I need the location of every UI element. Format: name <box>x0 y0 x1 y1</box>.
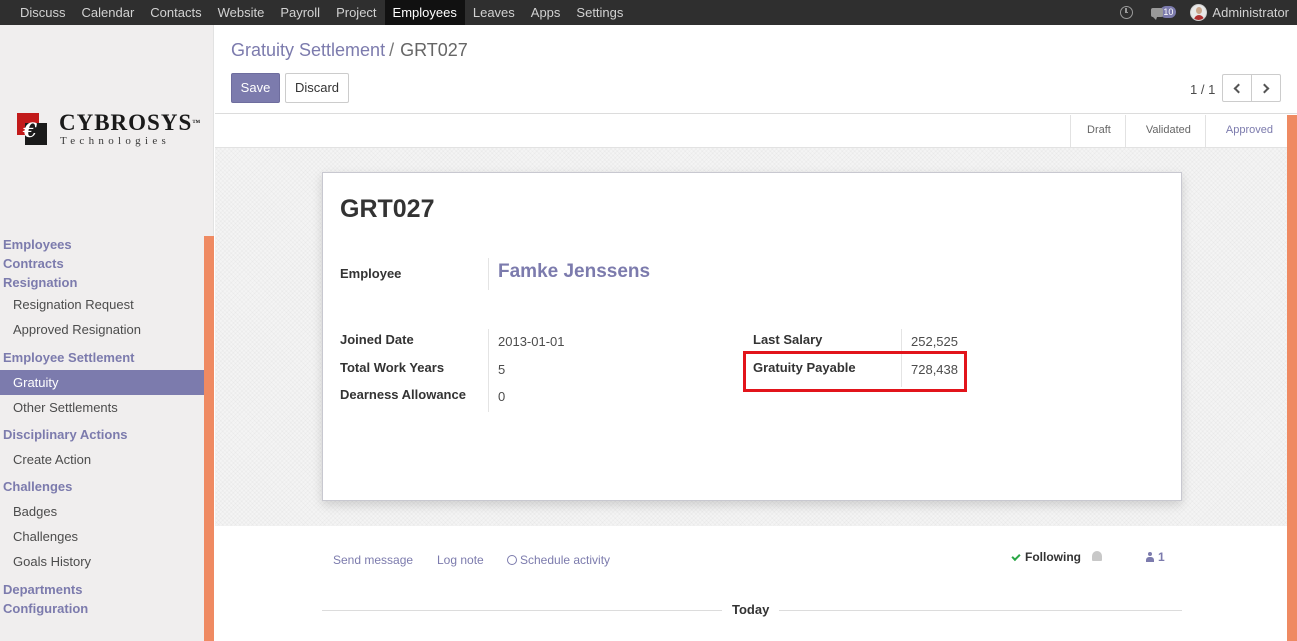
sidebar-item-resignation-request[interactable]: Resignation Request <box>0 292 204 317</box>
pager-previous-button[interactable] <box>1222 74 1252 102</box>
form-view: Draft Validated Approved GRT027 Employee… <box>215 115 1287 526</box>
status-steps: Draft Validated Approved <box>1070 115 1287 148</box>
record-title: GRT027 <box>340 195 435 223</box>
sidebar-item-other-settlements[interactable]: Other Settlements <box>0 395 204 420</box>
sidebar-nav: Employees Contracts Resignation Resignat… <box>0 235 204 618</box>
pager-next-button[interactable] <box>1251 74 1281 102</box>
company-logo: € CYBROSYS™ Technologies <box>17 110 201 148</box>
last-salary-label: Last Salary <box>753 332 823 347</box>
menu-discuss[interactable]: Discuss <box>0 0 74 25</box>
send-message-button[interactable]: Send message <box>333 553 413 567</box>
sidebar-item-gratuity[interactable]: Gratuity <box>0 370 204 395</box>
schedule-activity-button[interactable]: Schedule activity <box>507 553 610 567</box>
joined-date-label: Joined Date <box>340 332 414 347</box>
log-note-button[interactable]: Log note <box>437 553 484 567</box>
status-approved[interactable]: Approved <box>1204 115 1287 148</box>
sidebar-item-badges[interactable]: Badges <box>0 499 204 524</box>
menu-contacts[interactable]: Contacts <box>142 0 209 25</box>
menu-settings[interactable]: Settings <box>568 0 631 25</box>
top-navbar: Discuss Calendar Contacts Website Payrol… <box>0 0 1297 25</box>
breadcrumb-parent[interactable]: Gratuity Settlement <box>231 40 385 60</box>
sidebar-scrollbar[interactable] <box>204 236 214 641</box>
following-button[interactable]: Following <box>1011 550 1081 564</box>
app-menu: Discuss Calendar Contacts Website Payrol… <box>0 0 631 25</box>
dearness-allowance-label: Dearness Allowance <box>340 387 466 402</box>
status-validated[interactable]: Validated <box>1124 115 1205 148</box>
chevron-left-icon <box>1233 83 1244 94</box>
employee-field[interactable]: Famke Jenssens <box>498 261 650 283</box>
pager-value[interactable]: 1 / 1 <box>1190 82 1215 97</box>
save-button[interactable]: Save <box>231 73 280 103</box>
total-work-years-value[interactable]: 5 <box>498 362 505 377</box>
messages-button[interactable]: 10 <box>1151 5 1177 20</box>
logo-tagline: Technologies <box>60 135 171 147</box>
chatter: Send message Log note Schedule activity … <box>215 526 1287 641</box>
sidebar-section-challenges[interactable]: Challenges <box>0 477 204 496</box>
sidebar-section-resignation[interactable]: Resignation <box>0 273 204 292</box>
discard-button[interactable]: Discard <box>285 73 349 103</box>
followers-button[interactable]: 1 <box>1146 550 1165 564</box>
total-work-years-label: Total Work Years <box>340 360 445 375</box>
menu-payroll[interactable]: Payroll <box>272 0 328 25</box>
form-sheet: GRT027 Employee Famke Jenssens Joined Da… <box>322 172 1182 501</box>
control-panel: Gratuity Settlement / GRT027 Save Discard … <box>215 25 1297 114</box>
sidebar-item-configuration[interactable]: Configuration <box>0 599 204 618</box>
sidebar-item-approved-resignation[interactable]: Approved Resignation <box>0 317 204 342</box>
sidebar-item-challenges[interactable]: Challenges <box>0 524 204 549</box>
main-scrollbar[interactable] <box>1287 115 1297 641</box>
menu-apps[interactable]: Apps <box>523 0 569 25</box>
breadcrumb: Gratuity Settlement / GRT027 <box>231 40 468 60</box>
sidebar-item-contracts[interactable]: Contracts <box>0 254 204 273</box>
menu-calendar[interactable]: Calendar <box>74 0 143 25</box>
sidebar-item-departments[interactable]: Departments <box>0 580 204 599</box>
last-salary-value[interactable]: 252,525 <box>911 334 958 349</box>
sidebar-item-goals-history[interactable]: Goals History <box>0 549 204 574</box>
bell-icon[interactable] <box>1092 551 1102 561</box>
status-draft[interactable]: Draft <box>1070 115 1125 148</box>
user-avatar[interactable] <box>1190 4 1208 21</box>
sidebar-section-employee-settlement[interactable]: Employee Settlement <box>0 348 204 367</box>
chevron-right-icon <box>1259 83 1270 94</box>
gratuity-payable-highlight <box>743 351 967 392</box>
employee-label: Employee <box>340 266 402 281</box>
clock-icon[interactable] <box>1120 6 1134 19</box>
breadcrumb-current: GRT027 <box>400 40 468 60</box>
menu-website[interactable]: Website <box>210 0 273 25</box>
menu-employees[interactable]: Employees <box>384 0 465 25</box>
menu-project[interactable]: Project <box>328 0 384 25</box>
sidebar-section-disciplinary-actions[interactable]: Disciplinary Actions <box>0 425 204 444</box>
sidebar: € CYBROSYS™ Technologies Employees Contr… <box>0 25 214 641</box>
check-icon <box>1011 551 1021 562</box>
systray: 10 Administrator <box>1120 0 1289 25</box>
chat-icon <box>1151 8 1164 20</box>
logo-mark: € <box>17 113 49 147</box>
status-bar: Draft Validated Approved <box>215 115 1287 148</box>
user-icon <box>1146 552 1154 562</box>
joined-date-value[interactable]: 2013-01-01 <box>498 334 565 349</box>
clock-icon <box>507 555 517 565</box>
menu-leaves[interactable]: Leaves <box>465 0 523 25</box>
logo-name: CYBROSYS <box>59 110 193 135</box>
user-menu[interactable]: Administrator <box>1212 5 1289 20</box>
today-separator: Today <box>722 602 780 617</box>
dearness-allowance-value[interactable]: 0 <box>498 389 505 404</box>
sidebar-item-create-action[interactable]: Create Action <box>0 447 204 472</box>
sidebar-item-employees[interactable]: Employees <box>0 235 204 254</box>
